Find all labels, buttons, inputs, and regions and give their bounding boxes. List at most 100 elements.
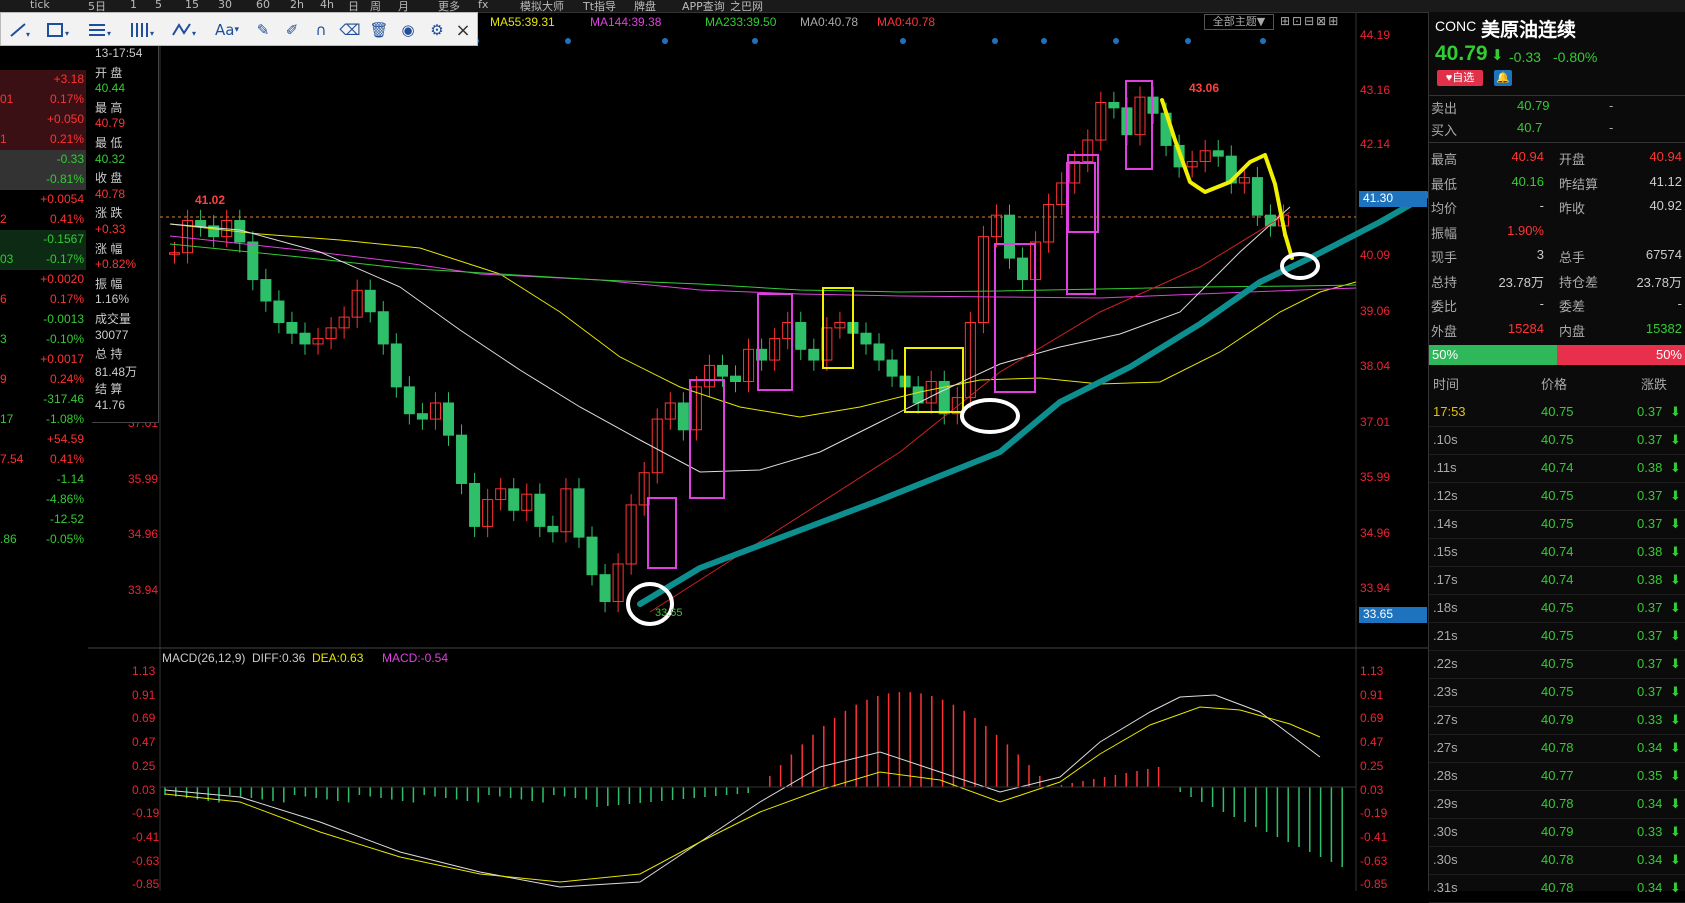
quote-list-row[interactable]: 17 -1.08% <box>0 410 86 430</box>
tick-row[interactable]: .30s 40.78 0.34 ⬇ <box>1429 846 1685 875</box>
tick-row[interactable]: .27s 40.79 0.33 ⬇ <box>1429 706 1685 735</box>
quote-list-row[interactable]: 7.54 0.41% <box>0 450 86 470</box>
price-axis-tick: 39.06 <box>1360 304 1391 318</box>
candle-body <box>730 375 742 383</box>
parallel-tool-icon[interactable]: ▾ <box>125 19 161 41</box>
tick-row[interactable]: .12s 40.75 0.37 ⬇ <box>1429 482 1685 511</box>
theme-select[interactable]: 全部主题▼ <box>1204 14 1274 30</box>
gear-icon[interactable]: ⚙ <box>425 19 449 41</box>
quote-list-row[interactable]: -4.86% <box>0 490 86 510</box>
top-menu-item[interactable]: 60 <box>256 0 270 11</box>
tick-row[interactable]: .17s 40.74 0.38 ⬇ <box>1429 566 1685 595</box>
top-menu-item[interactable]: 2h <box>290 0 304 11</box>
quote-list-value: -1.08% <box>45 412 84 426</box>
tick-row[interactable]: .28s 40.77 0.35 ⬇ <box>1429 762 1685 791</box>
quote-list-row[interactable]: +3.18 <box>0 70 86 90</box>
quote-list-row[interactable]: +0.0054 <box>0 190 86 210</box>
top-menu-item[interactable]: 5 <box>155 0 162 11</box>
top-menu-item[interactable]: 30 <box>218 0 232 11</box>
bell-icon[interactable]: 🔔 <box>1494 70 1512 86</box>
quote-list-value: -0.0013 <box>43 312 84 326</box>
sell-ratio-bar: 50% <box>1557 345 1685 365</box>
quote-list[interactable]: +3.18 01 0.17% +0.050 1 0.21% -0.33 -0.81% +0.00… <box>0 70 88 550</box>
tick-row[interactable]: .10s 40.75 0.37 ⬇ <box>1429 426 1685 455</box>
pencil-icon[interactable]: ✎ <box>251 19 275 41</box>
top-menu-item[interactable]: tick <box>30 0 50 11</box>
kline-chart[interactable] <box>0 12 1428 891</box>
quote-list-row[interactable]: 2 0.41% <box>0 210 86 230</box>
macd-axis-tick: 0.69 <box>132 711 156 726</box>
line-tool-icon[interactable]: ▾ <box>5 19 35 41</box>
top-menu-item[interactable]: 4h <box>320 0 334 11</box>
rect-tool-icon[interactable]: ▾ <box>41 19 77 41</box>
chart-window-buttons[interactable]: ⊞⊡⊟⊠⊞ <box>1280 14 1340 28</box>
close-icon[interactable]: × <box>452 19 474 41</box>
quote-list-row[interactable]: 6 0.17% <box>0 290 86 310</box>
quote-list-row[interactable]: .86 -0.05% <box>0 530 86 550</box>
drawing-toolbar: ▾ ▾ ▾ ▾ ▾ Aa ▾ ✎ ✐ ∩ ⌫ 🗑 ◉ ⚙ × <box>0 12 478 46</box>
top-marker-dot <box>662 38 668 44</box>
tick-row[interactable]: .31s 40.78 0.34 ⬇ <box>1429 874 1685 903</box>
quote-list-row[interactable]: 1 0.21% <box>0 130 86 150</box>
top-menu-item[interactable]: 1 <box>130 0 137 11</box>
quote-list-row[interactable]: 9 0.24% <box>0 370 86 390</box>
stat-value: - <box>1539 296 1544 311</box>
trash-icon[interactable]: 🗑 <box>367 19 391 41</box>
stat-value: 67574 <box>1645 247 1682 262</box>
polyline-tool-icon[interactable]: ▾ <box>167 19 203 41</box>
tick-row[interactable]: .29s 40.78 0.34 ⬇ <box>1429 790 1685 819</box>
self-select-button[interactable]: ♥自选 <box>1437 70 1483 86</box>
tick-row[interactable]: .21s 40.75 0.37 ⬇ <box>1429 622 1685 651</box>
quote-list-row[interactable]: +0.050 <box>0 110 86 130</box>
quote-list-cut-value: 2 <box>0 212 7 226</box>
brush-icon[interactable]: ✐ <box>280 19 304 41</box>
top-menu-item[interactable]: 15 <box>185 0 199 11</box>
tick-row[interactable]: .14s 40.75 0.37 ⬇ <box>1429 510 1685 539</box>
tick-row[interactable]: .27s 40.78 0.34 ⬇ <box>1429 734 1685 763</box>
tick-row[interactable]: .30s 40.79 0.33 ⬇ <box>1429 818 1685 847</box>
tick-row[interactable]: .22s 40.75 0.37 ⬇ <box>1429 650 1685 679</box>
quote-list-row[interactable]: -0.81% <box>0 170 86 190</box>
quote-list-row[interactable]: 03 -0.17% <box>0 250 86 270</box>
quote-list-row[interactable]: +0.0020 <box>0 270 86 290</box>
tick-row[interactable]: .11s 40.74 0.38 ⬇ <box>1429 454 1685 483</box>
tick-price: 40.78 <box>1541 880 1574 895</box>
tick-price: 40.75 <box>1541 432 1574 447</box>
bar-info-item: 最 低 <box>95 136 123 150</box>
quote-list-row[interactable]: -12.52 <box>0 510 86 530</box>
quote-list-row[interactable]: 01 0.17% <box>0 90 86 110</box>
macd-axis-tick: -0.63 <box>1360 853 1388 868</box>
buy-label: 买入 <box>1431 123 1458 138</box>
ma144-line <box>169 235 1357 299</box>
macd-axis-tick: 0.03 <box>1360 782 1384 797</box>
price-change: -0.33 <box>1509 49 1541 65</box>
quote-list-row[interactable]: -0.0013 <box>0 310 86 330</box>
quote-list-row[interactable]: +0.0017 <box>0 350 86 370</box>
stat-label: 持仓差 <box>1559 274 1599 290</box>
tick-row[interactable]: 17:53 40.75 0.37 ⬇ <box>1429 398 1685 427</box>
eye-icon[interactable]: ◉ <box>396 19 420 41</box>
quote-list-cut-value: 6 <box>0 292 7 306</box>
magnet-icon[interactable]: ∩ <box>309 19 333 41</box>
quote-list-row[interactable]: -317.46 <box>0 390 86 410</box>
quote-detail-panel: CONC 美原油连续 40.79 ⬇ -0.33 -0.80% ♥自选 🔔 卖出… <box>1428 12 1685 903</box>
bar-info-item: 13-17:54 <box>95 46 143 60</box>
fib-tool-icon[interactable]: ▾ <box>83 19 119 41</box>
quote-list-row[interactable]: 3 -0.10% <box>0 330 86 350</box>
quote-list-row[interactable]: +54.59 <box>0 430 86 450</box>
tick-price: 40.79 <box>1541 824 1574 839</box>
tick-change: 0.37 <box>1637 516 1663 531</box>
text-tool-icon[interactable]: Aa ▾ <box>209 19 245 41</box>
tick-row[interactable]: .23s 40.75 0.37 ⬇ <box>1429 678 1685 707</box>
quote-list-value: -12.52 <box>49 512 84 526</box>
tick-row[interactable]: .15s 40.74 0.38 ⬇ <box>1429 538 1685 567</box>
eraser-icon[interactable]: ⌫ <box>338 19 362 41</box>
quote-list-row[interactable]: -1.14 <box>0 470 86 490</box>
quote-list-row[interactable]: -0.33 <box>0 150 86 170</box>
stat-value: 1.90% <box>1507 222 1544 238</box>
quote-list-row[interactable]: -0.1567 <box>0 230 86 250</box>
tick-row[interactable]: .18s 40.75 0.37 ⬇ <box>1429 594 1685 623</box>
bar-info-item: 开 盘 <box>95 65 123 80</box>
top-menu-item[interactable]: fx <box>478 0 488 11</box>
stat-value: - <box>1539 198 1544 213</box>
